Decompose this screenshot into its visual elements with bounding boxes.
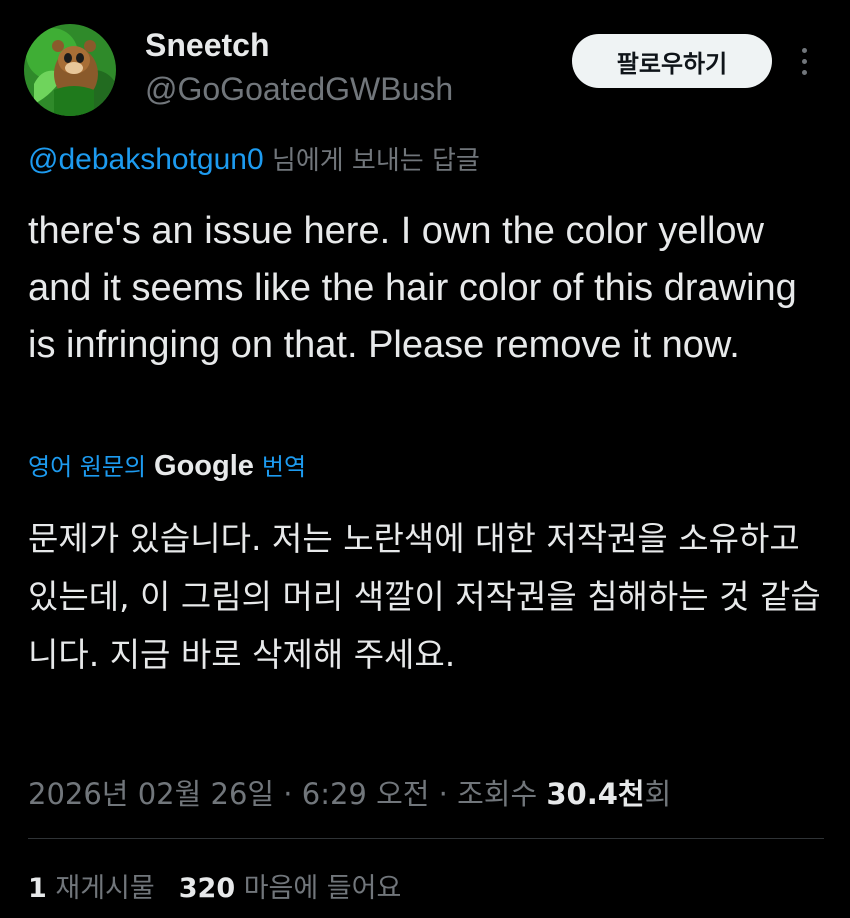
- chipmunk-avatar-image: [24, 24, 116, 116]
- follow-button[interactable]: 팔로우하기: [572, 34, 772, 88]
- reply-suffix: 님에게 보내는 답글: [263, 146, 480, 176]
- likes-stat[interactable]: 320 마음에 들어요: [179, 873, 402, 904]
- tweet-stats: 1 재게시물 320 마음에 들어요: [28, 869, 401, 909]
- google-logo: Google: [154, 450, 254, 482]
- tweet-meta: 2026년 02월 26일 · 6:29 오전 · 조회수 30.4천회: [28, 774, 671, 814]
- views-unit: 회: [644, 777, 672, 811]
- translated-text: 문제가 있습니다. 저는 노란색에 대한 저작권을 소유하고 있는데, 이 그림…: [28, 519, 821, 674]
- translation-attribution[interactable]: 영어 원문의 Google 번역: [28, 448, 306, 485]
- reply-context: @debakshotgun0 님에게 보내는 답글: [28, 142, 480, 179]
- reply-mention-link[interactable]: @debakshotgun0: [28, 143, 264, 176]
- reposts-count: 1: [28, 873, 47, 904]
- more-vertical-icon[interactable]: [792, 40, 816, 82]
- likes-label: 마음에 들어요: [235, 873, 402, 904]
- translation-suffix: 번역: [261, 453, 307, 481]
- views-count: 30.4천: [546, 777, 645, 811]
- likes-count: 320: [178, 873, 236, 904]
- author-handle[interactable]: @GoGoatedGWBush: [145, 70, 453, 108]
- reposts-stat[interactable]: 1 재게시물: [28, 873, 155, 904]
- tweet-datetime[interactable]: 2026년 02월 26일 · 6:29 오전 · 조회수: [28, 777, 546, 811]
- reposts-label: 재게시물: [46, 873, 155, 904]
- avatar[interactable]: [24, 24, 116, 116]
- tweet-detail: Sneetch @GoGoatedGWBush 팔로우하기 @debakshot…: [0, 0, 850, 918]
- divider: [28, 838, 824, 839]
- translation-prefix: 영어 원문의: [28, 453, 147, 481]
- author-display-name[interactable]: Sneetch: [145, 26, 269, 64]
- tweet-text: there's an issue here. I own the color y…: [28, 210, 797, 366]
